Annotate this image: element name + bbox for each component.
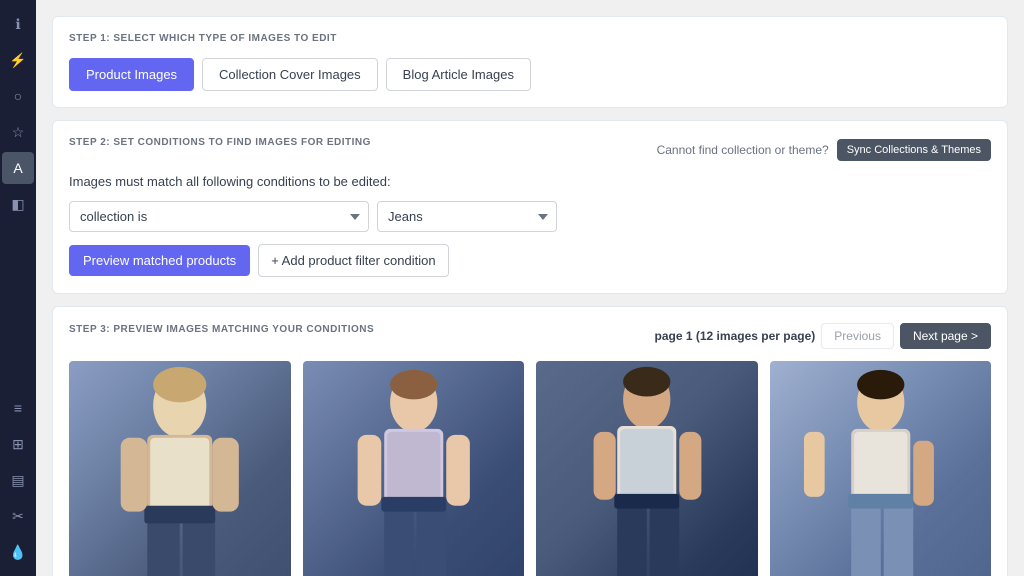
main-content: STEP 1: SELECT WHICH TYPE OF IMAGES TO E… [36, 0, 1024, 576]
image-item: Product: Jeans 4 File Name: jeans-4-jean… [770, 361, 992, 576]
image-thumbnail-3 [536, 361, 758, 576]
clock-icon[interactable]: ○ [2, 80, 34, 112]
step2-card: STEP 2: SET CONDITIONS TO FIND IMAGES FO… [52, 120, 1008, 294]
image-item: Product: Jeans 1 File Name: jeans-1-jean… [69, 361, 291, 576]
step3-card: STEP 3: PREVIEW IMAGES MATCHING YOUR CON… [52, 306, 1008, 576]
image-grid: Product: Jeans 1 File Name: jeans-1-jean… [69, 361, 991, 576]
sync-button[interactable]: Sync Collections & Themes [837, 139, 991, 161]
prev-button[interactable]: Previous [821, 323, 894, 349]
star-icon[interactable]: ☆ [2, 116, 34, 148]
step1-label: STEP 1: SELECT WHICH TYPE OF IMAGES TO E… [69, 33, 991, 44]
preview-button[interactable]: Preview matched products [69, 245, 250, 276]
monitor-icon[interactable]: ▤ [2, 464, 34, 496]
lightning-icon[interactable]: ⚡ [2, 44, 34, 76]
collection-cover-button[interactable]: Collection Cover Images [202, 58, 378, 91]
action-row: Preview matched products + Add product f… [69, 244, 991, 277]
image-item: Product: Jeans 2 File Name: jeans-2-jean… [303, 361, 525, 576]
info-icon[interactable]: ℹ [2, 8, 34, 40]
image-thumbnail-2 [303, 361, 525, 576]
image-type-buttons: Product Images Collection Cover Images B… [69, 58, 991, 91]
document-icon[interactable]: ◧ [2, 188, 34, 220]
image-thumbnail-4 [770, 361, 992, 576]
blog-article-button[interactable]: Blog Article Images [386, 58, 531, 91]
drop-icon[interactable]: 💧 [2, 536, 34, 568]
conditions-label: Images must match all following conditio… [69, 174, 991, 189]
condition-field-select[interactable]: collection is collection contains tag is… [69, 201, 369, 232]
text-icon[interactable]: A [2, 152, 34, 184]
step2-header: STEP 2: SET CONDITIONS TO FIND IMAGES FO… [69, 137, 991, 162]
image-thumbnail-1 [69, 361, 291, 576]
page-info: page 1 (12 images per page) [655, 329, 816, 343]
grid2-icon[interactable]: ⊞ [2, 428, 34, 460]
product-images-button[interactable]: Product Images [69, 58, 194, 91]
list-icon[interactable]: ≡ [2, 392, 34, 424]
image-item: Product: Jeans 3 File Name: jeans-3-jean… [536, 361, 758, 576]
add-filter-button[interactable]: + Add product filter condition [258, 244, 448, 277]
step1-card: STEP 1: SELECT WHICH TYPE OF IMAGES TO E… [52, 16, 1008, 108]
pagination-controls: page 1 (12 images per page) Previous Nex… [655, 323, 991, 349]
condition-value-select[interactable]: Jeans T-Shirts Shoes Accessories [377, 201, 557, 232]
cannot-find-text: Cannot find collection or theme? [657, 143, 829, 157]
cut-icon[interactable]: ✂ [2, 500, 34, 532]
step3-label: STEP 3: PREVIEW IMAGES MATCHING YOUR CON… [69, 324, 374, 335]
cannot-find-section: Cannot find collection or theme? Sync Co… [657, 139, 991, 161]
step2-label: STEP 2: SET CONDITIONS TO FIND IMAGES FO… [69, 137, 371, 148]
step3-label-row: STEP 3: PREVIEW IMAGES MATCHING YOUR CON… [69, 323, 991, 349]
sidebar: ℹ ⚡ ○ ☆ A ◧ ≡ ⊞ ▤ ✂ 💧 [0, 0, 36, 576]
next-button[interactable]: Next page > [900, 323, 991, 349]
condition-row: collection is collection contains tag is… [69, 201, 991, 232]
